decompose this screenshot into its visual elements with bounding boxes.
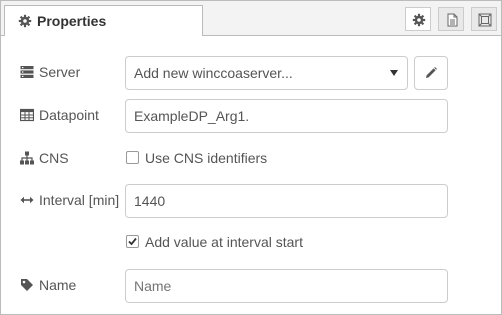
edit-server-button[interactable] — [414, 56, 448, 90]
name-input[interactable] — [125, 269, 448, 303]
node-settings-tab[interactable] — [405, 7, 431, 31]
gear-icon — [18, 14, 32, 28]
frame-icon — [478, 13, 492, 27]
node-appearance-tab[interactable] — [471, 7, 497, 31]
datapoint-input-value: ExampleDP_Arg1. — [134, 108, 250, 124]
server-label: Server — [39, 64, 81, 80]
checkmark-icon — [128, 237, 137, 246]
interval-start-label: Add value at interval start — [145, 234, 303, 250]
server-select[interactable]: Add new winccoaserver... — [125, 56, 408, 90]
node-edit-dialog: Properties Server Add new winccoaserver.… — [0, 0, 502, 315]
document-icon — [447, 13, 458, 27]
sitemap-icon — [20, 151, 34, 165]
name-label: Name — [39, 277, 77, 293]
datapoint-label: Datapoint — [39, 107, 99, 123]
table-icon — [19, 108, 35, 122]
node-description-tab[interactable] — [438, 7, 464, 31]
tab-properties-label: Properties — [37, 13, 107, 29]
interval-start-checkbox[interactable] — [126, 235, 139, 248]
interval-input[interactable]: 1440 — [125, 184, 448, 218]
interval-label: Interval [min] — [39, 192, 120, 208]
interval-input-value: 1440 — [134, 193, 166, 209]
pencil-icon — [426, 67, 437, 78]
chevron-down-icon — [390, 70, 398, 76]
cns-checkbox[interactable] — [126, 151, 139, 164]
tag-icon — [20, 278, 34, 292]
tab-bar: Properties — [1, 1, 501, 36]
server-select-value: Add new winccoaserver... — [134, 65, 293, 81]
cns-label: CNS — [39, 150, 69, 166]
tab-properties[interactable]: Properties — [4, 5, 203, 36]
cns-checkbox-label: Use CNS identifiers — [145, 150, 268, 166]
gear-icon — [412, 13, 426, 27]
server-icon — [20, 65, 34, 79]
arrows-h-icon — [20, 193, 34, 207]
datapoint-input[interactable]: ExampleDP_Arg1. — [125, 99, 448, 133]
